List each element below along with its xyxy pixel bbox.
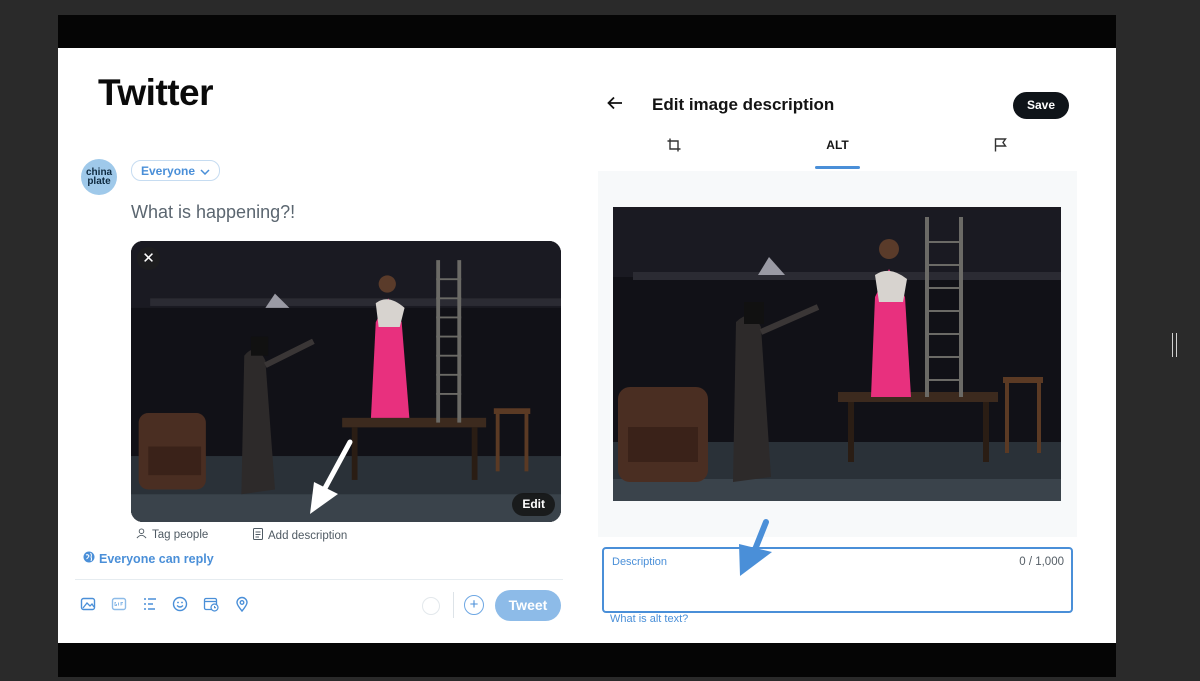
audience-label: Everyone	[141, 163, 196, 178]
reply-setting-button[interactable]: Everyone can reply	[83, 551, 214, 566]
location-icon[interactable]	[234, 596, 252, 614]
description-field[interactable]: Description 0 / 1,000	[602, 547, 1073, 613]
stage-photo-preview	[613, 207, 1061, 501]
save-button[interactable]: Save	[1013, 92, 1069, 119]
tweet-button[interactable]: Tweet	[495, 590, 561, 621]
modal-title: Edit image description	[652, 95, 835, 114]
close-icon[interactable]: ✕	[137, 247, 160, 270]
tag-people-label: Tag people	[152, 529, 209, 541]
active-tab-indicator	[815, 166, 860, 169]
add-description-label: Add description	[268, 529, 348, 542]
back-arrow-icon[interactable]	[607, 94, 623, 115]
compose-prompt[interactable]: What is happening?!	[131, 202, 295, 223]
add-description-button[interactable]: Add description	[253, 528, 347, 543]
gif-icon[interactable]	[111, 596, 129, 614]
description-input[interactable]	[611, 573, 1051, 603]
description-label: Description	[612, 556, 668, 568]
alt-text-help-link[interactable]: What is alt text?	[610, 613, 688, 625]
flag-icon	[994, 138, 1007, 157]
globe-icon	[83, 551, 95, 566]
poll-icon[interactable]	[142, 596, 160, 614]
stage-photo	[131, 241, 561, 522]
tag-people-button[interactable]: Tag people	[136, 528, 208, 542]
chevron-down-icon	[200, 164, 210, 178]
toolbar-separator	[453, 592, 454, 618]
image-preview	[613, 207, 1061, 501]
tab-content-warning[interactable]	[980, 138, 1020, 170]
tab-crop[interactable]	[654, 138, 694, 170]
document-icon	[253, 528, 263, 543]
toolbar-divider	[75, 579, 563, 580]
image-icon[interactable]	[80, 596, 98, 614]
attached-image: ✕ Edit	[131, 241, 561, 522]
edit-media-button[interactable]: Edit	[512, 493, 555, 516]
resize-handle[interactable]	[1172, 333, 1177, 357]
avatar-text: china plate	[86, 167, 113, 187]
character-progress-ring	[422, 597, 440, 615]
crop-icon	[667, 138, 681, 157]
tab-alt-label: ALT	[826, 138, 849, 152]
add-thread-button[interactable]: +	[464, 595, 484, 615]
person-icon	[136, 528, 147, 542]
avatar[interactable]: china plate	[81, 159, 117, 195]
emoji-icon[interactable]	[172, 596, 190, 614]
slide: Twitter china plate Everyone What is hap…	[58, 48, 1116, 643]
audience-selector[interactable]: Everyone	[131, 160, 221, 181]
reply-setting-label: Everyone can reply	[99, 551, 214, 566]
slide-title: Twitter	[98, 72, 214, 113]
character-count: 0 / 1,000	[1019, 556, 1064, 568]
schedule-icon[interactable]	[203, 596, 221, 614]
